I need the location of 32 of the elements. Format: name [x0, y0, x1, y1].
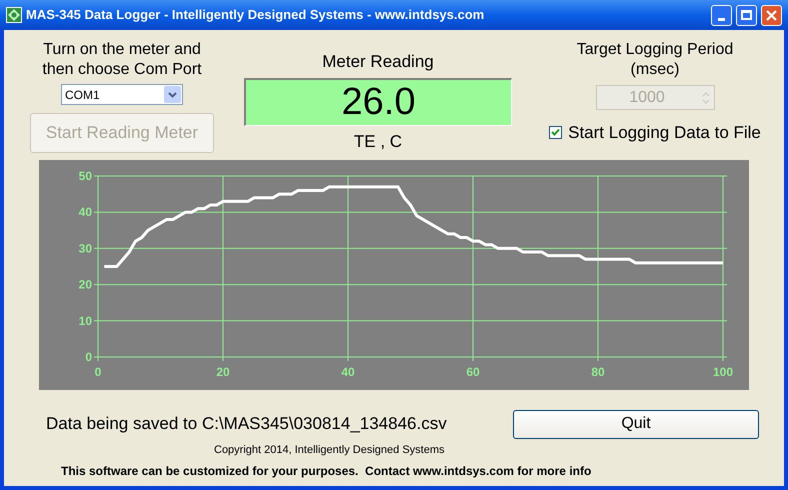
x-tick-label: 40 — [341, 365, 355, 379]
close-icon — [766, 10, 777, 20]
y-tick-label: 10 — [78, 314, 92, 328]
y-tick-label: 40 — [78, 205, 92, 220]
checkbox-label: Start Logging Data to File — [568, 122, 761, 144]
close-button[interactable] — [761, 4, 782, 26]
footer-text: This software can be customized for your purposes. Contact www.intdsys.com for more info — [61, 462, 592, 480]
meter-unit: TE , C — [354, 132, 402, 152]
logging-period-title: Target Logging Period (msec) — [576, 40, 734, 80]
x-tick-label: 60 — [466, 365, 480, 379]
instruction-text: Turn on the meter and then choose Com Port — [41, 40, 203, 80]
save-path-text: Data being saved to C:\MAS345\030814_134846.csv — [46, 413, 448, 436]
x-tick-label: 0 — [94, 365, 102, 379]
com-port-dropdown[interactable]: COM1 — [61, 84, 183, 105]
app-icon — [6, 7, 22, 23]
x-tick-label: 20 — [216, 365, 230, 379]
chevron-down-icon — [168, 92, 177, 98]
meter-display: 26.0 — [244, 78, 512, 126]
y-tick-label: 0 — [85, 350, 92, 364]
minimize-button[interactable] — [711, 4, 732, 26]
y-tick-label: 30 — [78, 241, 92, 256]
meter-title: Meter Reading — [322, 52, 434, 72]
spin-arrows-icon — [702, 90, 710, 106]
quit-button[interactable]: Quit — [513, 410, 759, 438]
maximize-button[interactable] — [736, 4, 757, 26]
x-tick-label: 100 — [712, 365, 734, 379]
log-checkbox[interactable] — [549, 126, 562, 140]
y-tick-label: 50 — [78, 169, 92, 183]
x-tick-label: 80 — [591, 365, 605, 379]
copyright-text: Copyright 2014, Intelligently Designed Systems — [214, 443, 445, 458]
y-tick-label: 20 — [78, 278, 92, 292]
window-title: MAS-345 Data Logger - Intelligently Designed Systems - www.intdsys.com — [26, 6, 486, 24]
